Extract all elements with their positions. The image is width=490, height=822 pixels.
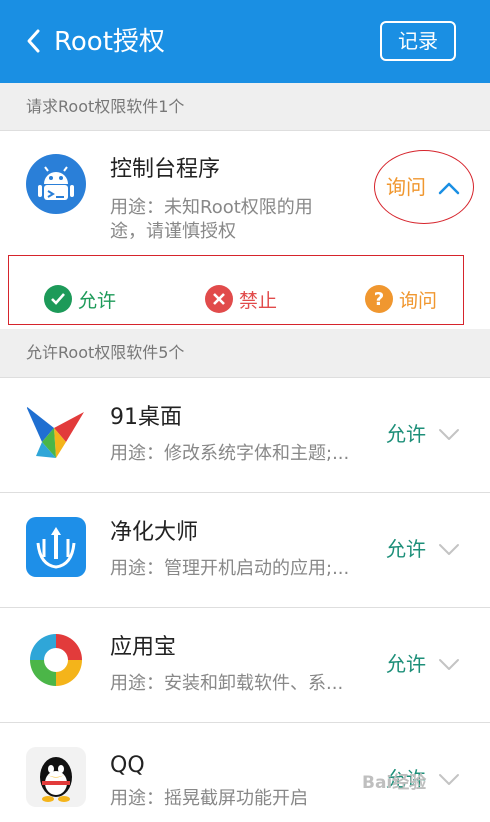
app-name: QQ (110, 753, 145, 778)
ask-label: 询问 (399, 289, 438, 312)
question-icon: ? (365, 285, 393, 313)
chevron-down-icon[interactable] (438, 428, 460, 442)
status-allow[interactable]: 允许 (386, 535, 426, 563)
status-allow[interactable]: 允许 (386, 650, 426, 678)
section-header-allowed: 允许Root权限软件5个 (0, 329, 490, 377)
app-desc: 用途：修改系统字体和主题;... (110, 443, 350, 464)
allow-label: 允许 (78, 289, 117, 312)
app-desc: 用途：摇晃截屏功能开启 (110, 788, 308, 809)
deny-option[interactable]: 禁止 (205, 284, 277, 314)
watermark: Bai经验 (362, 773, 427, 793)
app-header: Root授权 记录 (0, 0, 490, 83)
list-item[interactable]: 91桌面 用途：修改系统字体和主题;... 允许 (0, 378, 490, 492)
app-name: 控制台程序 (110, 157, 221, 182)
chevron-down-icon[interactable] (438, 658, 460, 672)
cleaner-app-icon (26, 517, 86, 577)
app-desc: 用途：未知Root权限的用 (110, 197, 313, 218)
chevron-down-icon[interactable] (438, 773, 460, 787)
close-icon (205, 285, 233, 313)
back-arrow-icon[interactable] (24, 26, 54, 56)
app-name: 应用宝 (110, 635, 177, 660)
check-icon (44, 285, 72, 313)
list-item[interactable]: 应用宝 用途：安装和卸载软件、系... 允许 (0, 608, 490, 722)
app-desc-line2: 途，请谨慎授权 (110, 221, 236, 242)
allow-option[interactable]: 允许 (44, 284, 116, 314)
section-header-request: 请求Root权限软件1个 (0, 83, 490, 130)
qq-app-icon (26, 747, 86, 807)
desktop91-app-icon (26, 402, 86, 462)
chevron-down-icon[interactable] (438, 543, 460, 557)
app-name: 91桌面 (110, 405, 182, 430)
app-desc: 用途：安装和卸载软件、系... (110, 673, 344, 694)
yingyongbao-app-icon (26, 630, 86, 690)
app-name: 净化大师 (110, 520, 199, 545)
list-item[interactable]: 净化大师 用途：管理开机启动的应用;... 允许 (0, 493, 490, 607)
page-title: Root授权 (54, 27, 165, 57)
ask-option[interactable]: ? 询问 (365, 284, 437, 314)
app-desc: 用途：管理开机启动的应用;... (110, 558, 350, 579)
android-app-icon (26, 154, 86, 214)
deny-label: 禁止 (239, 289, 278, 312)
record-button[interactable]: 记录 (380, 21, 456, 61)
highlight-ellipse (374, 150, 474, 224)
status-allow[interactable]: 允许 (386, 420, 426, 448)
